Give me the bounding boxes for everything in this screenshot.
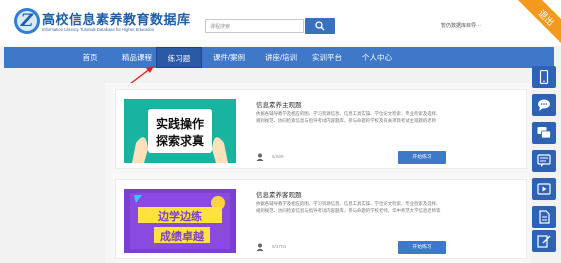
main-nav: 首页 精品课程 练习题 课件/案例 讲座/培训 实训平台 个人中心	[4, 47, 554, 68]
card-banner-line2: 成绩卓越	[160, 229, 205, 243]
nav-coursewares[interactable]: 课件/案例	[205, 47, 253, 68]
search-input[interactable]: 课程搜索	[205, 19, 304, 33]
nav-personal[interactable]: 个人中心	[354, 47, 400, 68]
card-title[interactable]: 信息素养客观题	[256, 189, 302, 199]
start-practice-button[interactable]: 开始练习	[398, 241, 446, 254]
search-button[interactable]	[305, 18, 335, 34]
document-button[interactable]	[532, 206, 556, 228]
login-link[interactable]: 暂仍数据库目导···	[441, 22, 481, 29]
card-banner-line1: 边学边练	[157, 209, 202, 223]
nav-lectures[interactable]: 讲座/培训	[257, 47, 305, 68]
message-icon	[537, 154, 551, 167]
mobile-button[interactable]	[532, 66, 556, 88]
nav-home[interactable]: 首页	[71, 47, 109, 68]
logo-icon[interactable]: Z	[14, 8, 40, 34]
discussion-button[interactable]	[532, 122, 556, 144]
card-description: 依据各辅导教学及相应的图、学习资源信息、信息工具实操、学位论文检索、专业检索及选…	[256, 111, 441, 124]
site-title[interactable]: 高校信息素养教育数据库	[42, 9, 191, 28]
exercise-card: 实践操作 探索求真 信息素养主观题 依据各辅导教学及相应的图、学习资源信息、信息…	[115, 89, 527, 169]
card-title[interactable]: 信息素养主观题	[256, 99, 302, 109]
participant-count: 5/3704	[272, 244, 287, 249]
site-subtitle: Information Literacy Tutorials Database …	[42, 27, 155, 32]
user-icon	[256, 243, 264, 251]
card-banner-image[interactable]: 边学边练 成绩卓越	[124, 189, 236, 253]
page: Z 高校信息素养教育数据库 Information Literacy Tutor…	[0, 0, 561, 263]
start-practice-button[interactable]: 开始练习	[398, 151, 446, 164]
exercise-card: 边学边练 成绩卓越 信息素养客观题 依据各辅导教学及相应的图、学习资源信息、信息…	[115, 179, 527, 259]
chat-icon	[538, 99, 550, 111]
card-banner-image[interactable]: 实践操作 探索求真	[124, 99, 236, 163]
edit-button[interactable]	[532, 230, 556, 252]
phone-icon	[539, 70, 549, 84]
participant-count: 6/699	[272, 154, 284, 159]
document-icon	[539, 210, 550, 224]
video-icon	[537, 183, 551, 195]
card-banner-line1: 实践操作	[156, 116, 204, 131]
chat-button[interactable]	[532, 94, 556, 116]
edit-icon	[537, 235, 551, 248]
card-banner-line2: 探索求真	[156, 133, 204, 148]
nav-exercises[interactable]: 练习题	[156, 47, 202, 68]
comments-icon	[537, 127, 551, 139]
nav-training[interactable]: 实训平台	[306, 47, 348, 68]
video-button[interactable]	[532, 178, 556, 200]
site-header: Z 高校信息素养教育数据库 Information Literacy Tutor…	[0, 0, 561, 46]
card-description: 依据各辅导教学及相应的图、学习资源信息、信息工具实操、学位论文检索、专业检索及选…	[256, 201, 441, 214]
exercise-list: 实践操作 探索求真 信息素养主观题 依据各辅导教学及相应的图、学习资源信息、信息…	[105, 83, 531, 263]
search-icon	[315, 21, 325, 31]
message-button[interactable]	[532, 150, 556, 172]
user-icon	[256, 153, 264, 161]
